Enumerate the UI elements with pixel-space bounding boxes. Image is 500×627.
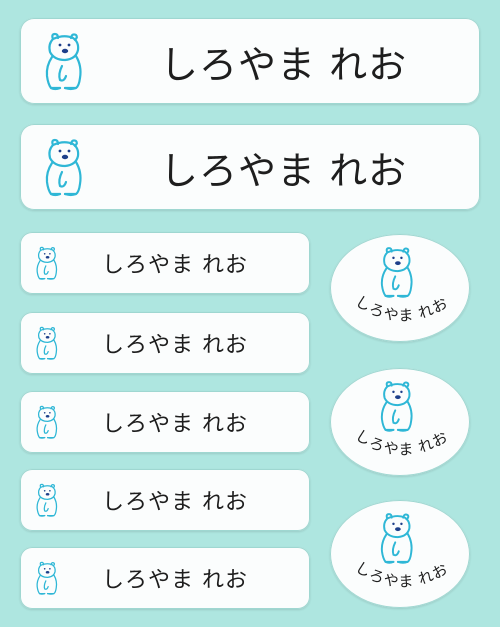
svg-text:しろやま れお: しろやま れお [352, 292, 451, 325]
name-text: しろやま れお [102, 333, 248, 358]
oval-name-arc: しろやま れお [352, 558, 451, 591]
name-text: しろやま れお [160, 42, 408, 87]
polar-bear-icon [32, 244, 62, 282]
polar-bear-icon [32, 559, 62, 597]
oval-name-label: しろやま れお [330, 500, 470, 608]
polar-bear-icon [32, 403, 62, 441]
polar-bear-icon [38, 136, 90, 198]
large-name-label: しろやま れお [20, 124, 480, 210]
name-text: しろやま れお [160, 148, 408, 193]
name-text: しろやま れお [352, 426, 450, 459]
small-name-label: しろやま れお [20, 232, 310, 294]
small-name-label: しろやま れお [20, 547, 310, 609]
polar-bear-icon [32, 481, 62, 519]
oval-name-arc: しろやま れお [352, 426, 451, 459]
svg-text:しろやま れお: しろやま れお [352, 558, 451, 591]
name-text: しろやま れお [102, 490, 248, 515]
oval-name-arc: しろやま れお [352, 292, 451, 325]
large-name-label: しろやま れお [20, 18, 480, 104]
name-text: しろやま れお [102, 568, 248, 593]
small-name-label: しろやま れお [20, 391, 310, 453]
name-sticker-sheet: しろやま れお しろやま れお しろやま れお しろやま れお しろやま れお … [0, 0, 500, 627]
polar-bear-icon [38, 30, 90, 92]
name-text: しろやま れお [352, 292, 450, 325]
name-text: しろやま れお [102, 253, 248, 278]
name-text: しろやま れお [102, 412, 248, 437]
svg-text:しろやま れお: しろやま れお [352, 426, 451, 459]
small-name-label: しろやま れお [20, 312, 310, 374]
oval-name-label: しろやま れお [330, 234, 470, 342]
polar-bear-icon [32, 324, 62, 362]
name-text: しろやま れお [352, 558, 450, 591]
small-name-label: しろやま れお [20, 469, 310, 531]
oval-name-label: しろやま れお [330, 368, 470, 476]
